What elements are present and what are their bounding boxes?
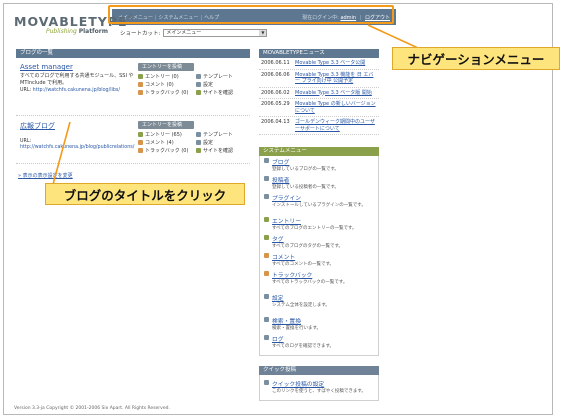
nav-menu-callout: ナビゲーションメニュー (392, 47, 560, 70)
blog-title-callout: ブログのタイトルをクリック (45, 183, 245, 205)
